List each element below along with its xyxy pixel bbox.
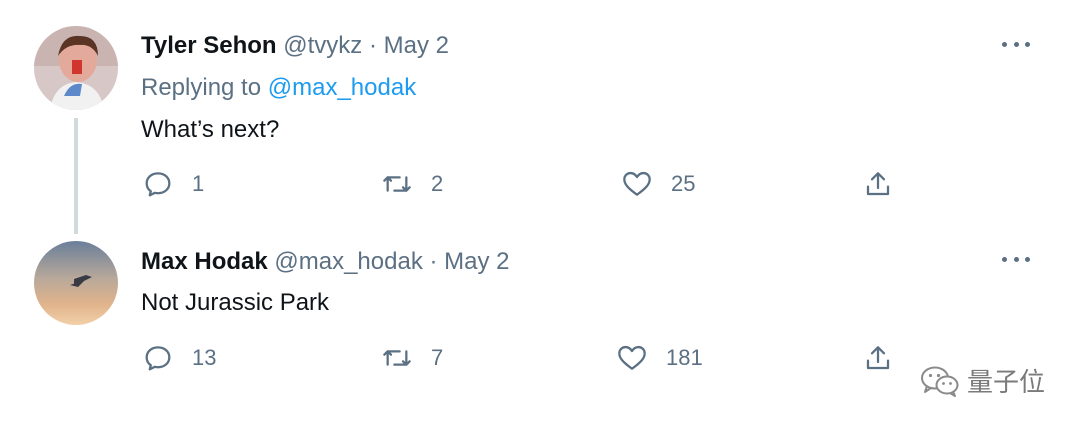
like-button[interactable]: 181 [616,342,703,374]
avatar[interactable] [34,241,118,325]
reply-icon [145,346,171,371]
author-name[interactable]: Max Hodak [141,248,268,275]
replying-mention-link[interactable]: @max_hodak [268,74,416,101]
reply-button[interactable]: 13 [142,342,216,374]
wechat-logo-icon [921,366,959,397]
more-dot-icon [1002,41,1007,47]
separator-dot: · [429,248,438,275]
more-dot-icon [1013,41,1019,47]
heart-icon [623,171,651,196]
tweet-date[interactable]: May 2 [384,32,449,59]
avatar[interactable] [34,26,118,110]
retweet-icon [383,350,411,366]
share-button[interactable] [862,342,894,374]
tweet-header: Max Hodak @max_hodak · May 2 [141,248,510,276]
like-count: 25 [671,171,696,196]
tweet-date[interactable]: May 2 [444,248,509,275]
reply-count: 13 [192,345,217,370]
more-dot-icon [1013,256,1019,262]
share-icon [866,346,890,370]
reply-icon [145,172,171,197]
replying-label: Replying to [141,74,262,101]
author-handle[interactable]: @tvykz [283,32,362,59]
watermark: 量子位 [919,362,1045,399]
more-dot-icon [1002,256,1007,262]
replying-to: Replying to @max_hodak [141,74,416,102]
author-handle[interactable]: @max_hodak [274,248,422,275]
tweet-header: Tyler Sehon @tvykz · May 2 [141,32,449,60]
tweet-text: Not Jurassic Park [141,289,330,316]
separator-dot: · [368,32,377,59]
retweet-button[interactable]: 7 [381,342,443,374]
reply-count: 1 [192,171,205,196]
retweet-count: 7 [431,345,444,370]
heart-icon [618,345,646,370]
author-name[interactable]: Tyler Sehon [141,32,277,59]
more-dot-icon [1025,41,1030,47]
retweet-button[interactable]: 2 [381,168,443,200]
more-options-button[interactable] [1002,249,1030,269]
thread-connector [74,118,78,234]
avatar-image [34,26,118,110]
more-options-button[interactable] [1002,34,1030,54]
retweet-count: 2 [431,171,444,196]
like-count: 181 [666,345,703,370]
share-button[interactable] [862,168,894,200]
like-button[interactable]: 25 [621,168,695,200]
watermark-text: 量子位 [967,367,1046,397]
avatar-image [34,241,118,325]
more-dot-icon [1025,256,1030,262]
retweet-icon [383,176,411,192]
reply-button[interactable]: 1 [142,168,204,200]
share-icon [866,172,890,196]
tweet-text: What’s next? [141,116,280,143]
